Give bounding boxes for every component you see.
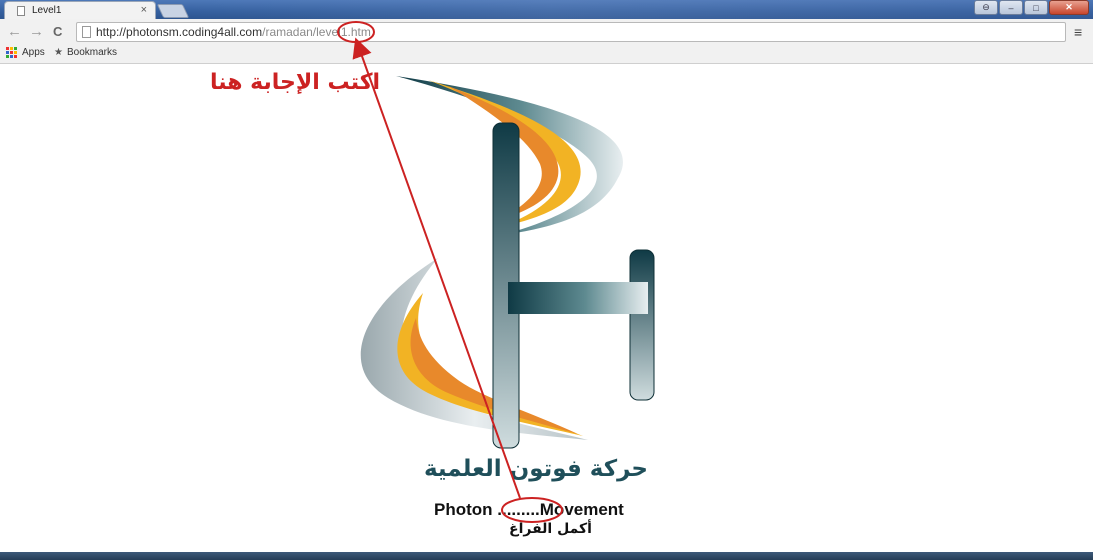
url-text: http://photonsm.coding4all.com/ramadan/l… [96, 25, 371, 39]
star-icon: ★ [54, 47, 63, 58]
bookmarks-label: Bookmarks [66, 47, 117, 58]
forward-icon[interactable]: → [29, 24, 44, 40]
tab-close-icon[interactable]: × [141, 4, 147, 16]
url-path: /ramadan/level1.htm [262, 25, 371, 39]
bookmarks-folder[interactable]: ★ Bookmarks [54, 47, 117, 58]
answer-hint: اكتب الإجابة هنا [210, 70, 381, 95]
apps-bookmark[interactable]: Apps [6, 47, 45, 58]
os-taskbar [0, 552, 1093, 560]
apps-grid-icon [6, 47, 17, 58]
url-domain: http://photonsm.coding4all.com [96, 25, 263, 39]
browser-tab[interactable]: Level1 × [4, 1, 156, 19]
reload-icon[interactable]: C [53, 24, 62, 40]
page-icon [17, 6, 25, 16]
logo-arabic-text: حركة فوتون العلمية [424, 456, 648, 482]
minimize-button[interactable]: – [999, 0, 1023, 15]
page-icon [82, 26, 91, 38]
tab-title: Level1 [32, 5, 62, 16]
browser-toolbar: ← → C http://photonsm.coding4all.com/ram… [0, 19, 1093, 45]
photon-logo: حركة فوتون العلمية [360, 76, 655, 482]
menu-icon[interactable]: ≡ [1074, 24, 1082, 40]
close-window-button[interactable]: ✕ [1049, 0, 1089, 15]
bookmarks-bar: Apps ★ Bookmarks [0, 45, 1093, 64]
back-icon[interactable]: ← [7, 24, 22, 40]
maximize-button[interactable]: □ [1024, 0, 1048, 15]
address-bar[interactable]: http://photonsm.coding4all.com/ramadan/l… [76, 22, 1066, 42]
apps-label: Apps [22, 47, 45, 59]
window-controls: ⊖ – □ ✕ [973, 0, 1089, 16]
extra-window-icon[interactable]: ⊖ [974, 0, 998, 15]
complete-hint: أكمل الفراغ [509, 521, 592, 537]
puzzle-text: Photon .........Movement [434, 500, 624, 519]
